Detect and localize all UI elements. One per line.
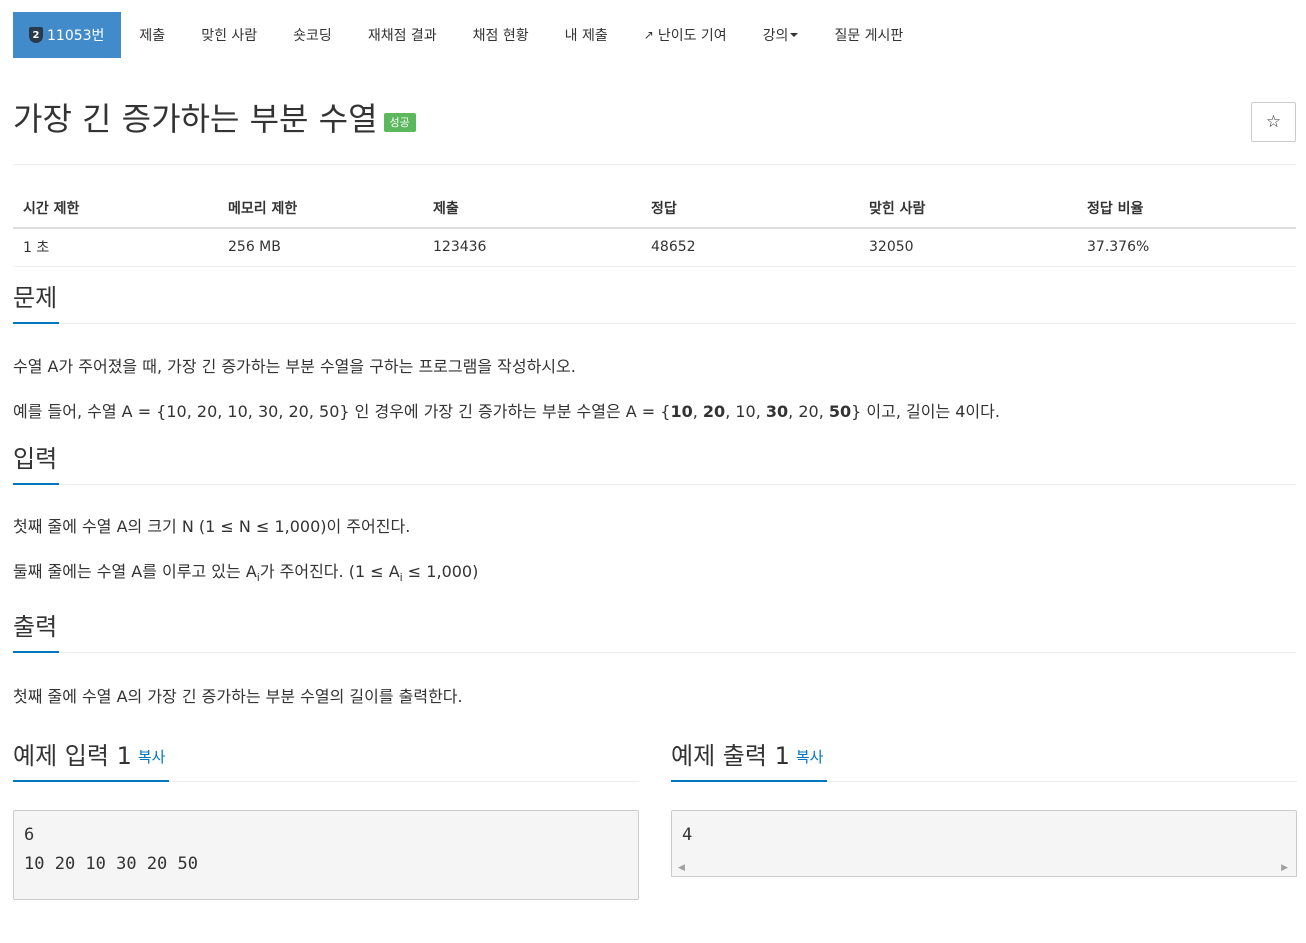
- sequence-separator: ,: [755, 401, 766, 421]
- table-row: 1 초 256 MB 123436 48652 32050 37.376%: [13, 228, 1296, 267]
- section-header: 출력: [13, 603, 1296, 653]
- tab-problem[interactable]: 2 11053번: [13, 12, 122, 58]
- accepted-value: 48652: [641, 228, 859, 267]
- section-title: 출력: [13, 612, 58, 641]
- header-time-limit: 시간 제한: [13, 188, 218, 229]
- page-title: 가장 긴 증가하는 부분 수열 성공: [13, 100, 416, 138]
- input-paragraph-1: 첫째 줄에 수열 A의 크기 N (1 ≤ N ≤ 1,000)이 주어진다.: [13, 516, 411, 536]
- sequence-item: 10: [735, 401, 756, 421]
- tab-judge-status[interactable]: 채점 현황: [455, 12, 547, 58]
- problem-description-section: 문제 수열 A가 주어졌을 때, 가장 긴 증가하는 부분 수열을 구하는 프로…: [13, 274, 1296, 424]
- sample-input-title: 예제 입력 1: [13, 741, 132, 770]
- header-memory-limit: 메모리 제한: [218, 188, 423, 229]
- section-title: 문제: [13, 283, 58, 312]
- sample-output-1: 예제 출력 1 복사 4 ◀ ▶: [671, 722, 1297, 877]
- example-sequence: 10, 20, 10, 30, 20, 50: [670, 402, 851, 421]
- header-solved-users: 맞힌 사람: [859, 188, 1077, 229]
- header-accepted: 정답: [641, 188, 859, 229]
- section-underline: [13, 650, 59, 653]
- example-text-prefix: 예를 들어, 수열 A = {10, 20, 10, 30, 20, 50} 인…: [13, 401, 671, 421]
- section-header: 문제: [13, 274, 1296, 324]
- star-icon: ☆: [1265, 112, 1282, 131]
- status-badge: 성공: [383, 113, 416, 132]
- sample-output-box[interactable]: 4: [671, 809, 1297, 862]
- output-section: 출력 첫째 줄에 수열 A의 가장 긴 증가하는 부분 수열의 길이를 출력한다…: [13, 603, 1296, 709]
- caret-down-icon: [790, 33, 799, 37]
- time-limit-value: 1 초: [13, 228, 218, 267]
- tab-rejudge-results[interactable]: 재채점 결과: [350, 12, 455, 58]
- problem-page: 2 11053번 제출 맞힌 사람 숏코딩 재채점 결과 채점 현황 내 제출 …: [13, 12, 1297, 922]
- header-accept-ratio: 정답 비율: [1077, 188, 1296, 229]
- external-link-icon: ↗: [643, 28, 654, 42]
- section-underline: [13, 779, 169, 782]
- tab-my-submissions[interactable]: 내 제출: [547, 12, 626, 58]
- section-title: 입력: [13, 444, 58, 473]
- solved-users-value: 32050: [859, 228, 1077, 267]
- tab-difficulty-contribution[interactable]: ↗ 난이도 기여: [626, 12, 745, 58]
- sample-input-box[interactable]: 6 10 20 10 30 20 50: [13, 809, 639, 900]
- sample-input-1: 예제 입력 1 복사 6 10 20 10 30 20 50: [13, 722, 639, 900]
- sequence-item: 30: [765, 401, 789, 421]
- sequence-separator: ,: [788, 401, 799, 421]
- section-header: 예제 출력 1 복사: [671, 722, 1297, 782]
- output-paragraph-1: 첫째 줄에 수열 A의 가장 긴 증가하는 부분 수열의 길이를 출력한다.: [13, 686, 463, 706]
- problem-title-text: 가장 긴 증가하는 부분 수열: [13, 100, 378, 138]
- tab-lectures-dropdown[interactable]: 강의: [745, 12, 817, 58]
- tab-problem-label: 11053번: [47, 28, 105, 44]
- favorite-button[interactable]: ☆: [1251, 102, 1296, 142]
- sequence-item: 10: [670, 401, 693, 421]
- sequence-separator: ,: [692, 401, 703, 421]
- problem-nav-tabs: 2 11053번 제출 맞힌 사람 숏코딩 재채점 결과 채점 현황 내 제출 …: [13, 12, 1296, 58]
- accept-ratio-value: 37.376%: [1077, 228, 1296, 267]
- samples-area: 예제 입력 1 복사 6 10 20 10 30 20 50 예제 출력 1 복사 …: [13, 722, 1297, 922]
- memory-limit-value: 256 MB: [218, 228, 423, 267]
- table-header-row: 시간 제한 메모리 제한 제출 정답 맞힌 사람 정답 비율: [13, 188, 1296, 229]
- sequence-item: 20: [702, 401, 726, 421]
- section-title: 예제 출력 1 복사: [671, 736, 823, 771]
- tab-short-coding[interactable]: 숏코딩: [275, 12, 350, 58]
- sequence-separator: ,: [818, 401, 829, 421]
- tab-submit[interactable]: 제출: [121, 12, 183, 58]
- tab-difficulty-label: 난이도 기여: [657, 28, 727, 44]
- example-text-suffix: } 이고, 길이는 4이다.: [851, 401, 1000, 421]
- section-header: 예제 입력 1 복사: [13, 722, 639, 782]
- section-underline: [13, 321, 59, 324]
- input-section: 입력 첫째 줄에 수열 A의 크기 N (1 ≤ N ≤ 1,000)이 주어진…: [13, 435, 1296, 590]
- description-paragraph-2: 예를 들어, 수열 A = {10, 20, 10, 30, 20, 50} 인…: [13, 400, 1296, 424]
- section-title: 예제 입력 1 복사: [13, 736, 165, 771]
- copy-sample-output-button[interactable]: 복사: [796, 748, 824, 766]
- sequence-item: 20: [798, 401, 819, 421]
- scroll-left-icon[interactable]: ◀: [678, 863, 685, 873]
- sequence-separator: ,: [725, 401, 736, 421]
- input-text-c: ≤ 1,000): [402, 561, 479, 581]
- tab-solved-users[interactable]: 맞힌 사람: [183, 12, 275, 58]
- header-submissions: 제출: [423, 188, 641, 229]
- description-paragraph-1: 수열 A가 주어졌을 때, 가장 긴 증가하는 부분 수열을 구하는 프로그램을…: [13, 356, 576, 376]
- section-header: 입력: [13, 435, 1296, 485]
- tab-lectures-label: 강의: [762, 28, 789, 44]
- section-underline: [13, 482, 59, 485]
- horizontal-scrollbar[interactable]: ◀ ▶: [671, 860, 1297, 877]
- section-underline: [671, 779, 827, 782]
- submissions-value: 123436: [423, 228, 641, 267]
- scroll-right-icon[interactable]: ▶: [1281, 863, 1288, 873]
- sample-output-title: 예제 출력 1: [671, 741, 790, 770]
- problem-title-row: 가장 긴 증가하는 부분 수열 성공 ☆: [13, 58, 1296, 165]
- tab-qna-board[interactable]: 질문 게시판: [816, 12, 921, 58]
- sequence-item: 50: [828, 401, 852, 421]
- input-paragraph-2: 둘째 줄에는 수열 A를 이루고 있는 Ai가 주어진다. (1 ≤ Ai ≤ …: [13, 560, 1296, 590]
- input-text-b: 가 주어진다. (1 ≤ A: [259, 561, 400, 581]
- input-text-a: 둘째 줄에는 수열 A를 이루고 있는 A: [13, 561, 257, 581]
- problem-info-table: 시간 제한 메모리 제한 제출 정답 맞힌 사람 정답 비율 1 초 256 M…: [13, 188, 1296, 267]
- tier-badge-icon: 2: [29, 27, 43, 43]
- copy-sample-input-button[interactable]: 복사: [138, 748, 166, 766]
